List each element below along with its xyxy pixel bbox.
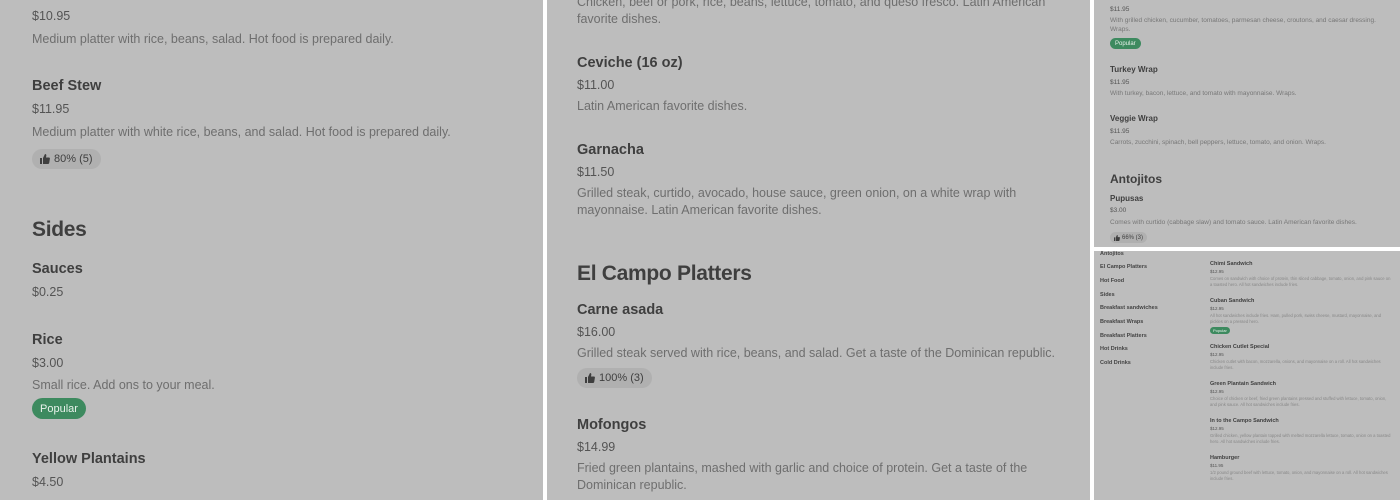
menu-panel-left: $10.95 Medium platter with rice, beans, … [0,0,543,500]
item-price: $11.95 [1110,6,1130,13]
item-description: With grilled chicken, cucumber, tomatoes… [1110,17,1376,33]
item-price: $11.00 [577,78,615,92]
item-price: $16.00 [577,325,616,339]
item-price: $14.99 [577,440,616,454]
item-description: Small rice. Add ons to your meal. [32,378,215,392]
item-description: Chicken, beef or pork, rice, beans, lett… [577,0,1046,26]
item-price: $3.00 [32,356,64,370]
item-name: Beef Stew [32,78,102,94]
item-name: Ceviche (16 oz) [577,55,683,71]
section-heading-el-campo-platters: El Campo Platters [577,262,752,285]
item-price: $12.95 [1210,389,1224,394]
menu-panel-top-right: $11.95 With grilled chicken, cucumber, t… [1094,0,1400,247]
item-price: $3.00 [1110,207,1127,214]
item-price: $12.95 [1210,306,1224,311]
thumbs-up-icon [1114,234,1120,241]
thumbs-up-icon [40,154,50,164]
item-name: Veggie Wrap [1110,114,1158,123]
item-price: $11.95 [1110,79,1130,86]
item-description: Medium platter with rice, beans, salad. … [32,32,394,46]
item-name: Yellow Plantains [32,451,146,467]
item-price: $12.95 [1210,426,1224,431]
nav-item-cold-drinks[interactable]: Cold Drinks [1100,360,1131,366]
popular-badge: Popular [1210,327,1230,334]
item-description: Medium platter with white rice, beans, a… [32,125,451,139]
nav-item-breakfast-platters[interactable]: Breakfast Platters [1100,333,1147,339]
nav-item-hot-drinks[interactable]: Hot Drinks [1100,346,1128,352]
item-description: Grilled chicken, yellow plantain topped … [1210,433,1391,444]
popular-badge: Popular [1110,38,1141,49]
item-price: $11.95 [32,102,70,116]
item-name: Turkey Wrap [1110,65,1158,74]
item-name: Chicken Cutlet Special [1210,344,1270,350]
item-price: $10.95 [32,9,71,23]
item-price: $4.50 [32,475,64,489]
item-name: Hamburger [1210,455,1240,461]
item-name: Sauces [32,261,83,277]
rating-text: 66% (3) [1122,234,1144,241]
nav-item-breakfast-wraps[interactable]: Breakfast Wraps [1100,319,1143,325]
item-price: $11.95 [1210,463,1224,468]
nav-item-antojitos[interactable]: Antojitos [1100,251,1124,257]
item-description: Grilled steak served with rice, beans, a… [577,346,1056,360]
item-price: $0.25 [32,285,64,299]
nav-item-breakfast-sandwiches[interactable]: Breakfast sandwiches [1100,305,1158,311]
rating-badge: 66% (3) [1110,232,1148,243]
nav-item-sides[interactable]: Sides [1100,292,1115,298]
popular-badge: Popular [32,398,86,419]
item-name: Pupusas [1110,194,1144,203]
item-price: $12.95 [1210,352,1224,357]
item-name: Carne asada [577,302,664,318]
section-heading-sides: Sides [32,218,87,241]
item-description: Chicken cutlet with bacon, mozzarella, o… [1210,359,1381,370]
item-description: Choice of chicken or beef, fried green p… [1210,396,1387,407]
menu-panel-bottom-right: Antojitos El Campo Platters Hot Food Sid… [1094,251,1400,500]
menu-panel-middle: Chicken, beef or pork, rice, beans, lett… [547,0,1090,500]
item-description: All hot sandwiches include fries. Ham, p… [1210,313,1382,324]
rating-text: 100% (3) [599,372,644,384]
rating-text: 80% (5) [54,153,93,165]
item-description: With turkey, bacon, lettuce, and tomato … [1110,90,1297,97]
item-name: Rice [32,332,63,348]
item-name: In to the Campo Sandwich [1210,418,1279,424]
rating-badge: 80% (5) [32,149,101,169]
nav-item-hot-food[interactable]: Hot Food [1100,278,1124,284]
item-name: Chimi Sandwich [1210,261,1253,267]
item-price: $11.95 [1110,128,1130,135]
nav-item-el-campo-platters[interactable]: El Campo Platters [1100,264,1147,270]
item-price: $12.95 [1210,269,1224,274]
item-description: Grilled steak, curtido, avocado, house s… [577,186,1017,217]
item-name: Green Plantain Sandwich [1210,381,1277,387]
item-description: Fried green plantains, mashed with garli… [577,461,1028,492]
item-description: Carrots, zucchini, spinach, bell peppers… [1110,139,1326,146]
item-name: Garnacha [577,142,644,158]
item-name: Cuban Sandwich [1210,298,1255,304]
item-description: 1/2 pound ground beef with lettuce, toma… [1210,470,1388,481]
item-price: $11.50 [577,165,615,179]
item-name: Mofongos [577,417,647,433]
item-description: Comes with curtido (cabbage slaw) and to… [1110,219,1357,226]
thumbs-up-icon [585,373,595,383]
item-description: Comes on sandwich with choice of protein… [1210,276,1391,287]
rating-badge: 100% (3) [577,368,652,388]
section-heading-antojitos: Antojitos [1110,172,1162,186]
item-description: Latin American favorite dishes. [577,99,748,113]
